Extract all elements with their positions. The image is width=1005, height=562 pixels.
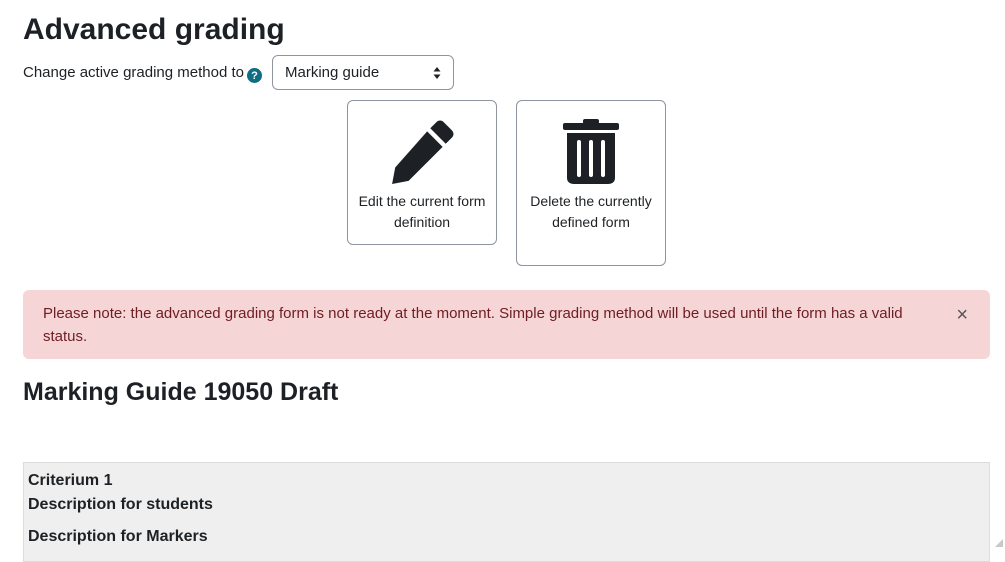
edit-form-label: Edit the current form definition bbox=[358, 193, 486, 230]
alert-message: Please note: the advanced grading form i… bbox=[43, 305, 903, 345]
delete-form-label: Delete the currently defined form bbox=[530, 193, 652, 230]
trash-icon bbox=[517, 119, 665, 185]
pencil-icon bbox=[348, 119, 496, 185]
criterion-panel: Criterium 1 Description for students Des… bbox=[23, 462, 990, 562]
grading-method-label: Change active grading method to bbox=[23, 64, 244, 81]
close-icon[interactable]: × bbox=[956, 305, 968, 325]
criterion-name: Criterium 1 bbox=[28, 472, 113, 489]
grading-method-selected: Marking guide bbox=[284, 64, 380, 81]
grading-method-row: Change active grading method to ? Markin… bbox=[23, 54, 454, 91]
description-students-label: Description for students bbox=[28, 496, 213, 513]
page-title: Advanced grading bbox=[23, 13, 285, 46]
delete-form-button[interactable]: Delete the currently defined form bbox=[516, 100, 666, 266]
status-alert: Please note: the advanced grading form i… bbox=[23, 290, 990, 359]
select-arrows-icon bbox=[433, 67, 441, 79]
help-icon[interactable]: ? bbox=[246, 68, 262, 83]
resize-handle-icon[interactable] bbox=[995, 539, 1003, 547]
description-markers-label: Description for Markers bbox=[28, 528, 208, 545]
marking-guide-title: Marking Guide 19050 Draft bbox=[23, 378, 339, 406]
edit-form-button[interactable]: Edit the current form definition bbox=[347, 100, 497, 245]
grading-method-select[interactable]: Marking guide bbox=[271, 55, 454, 90]
